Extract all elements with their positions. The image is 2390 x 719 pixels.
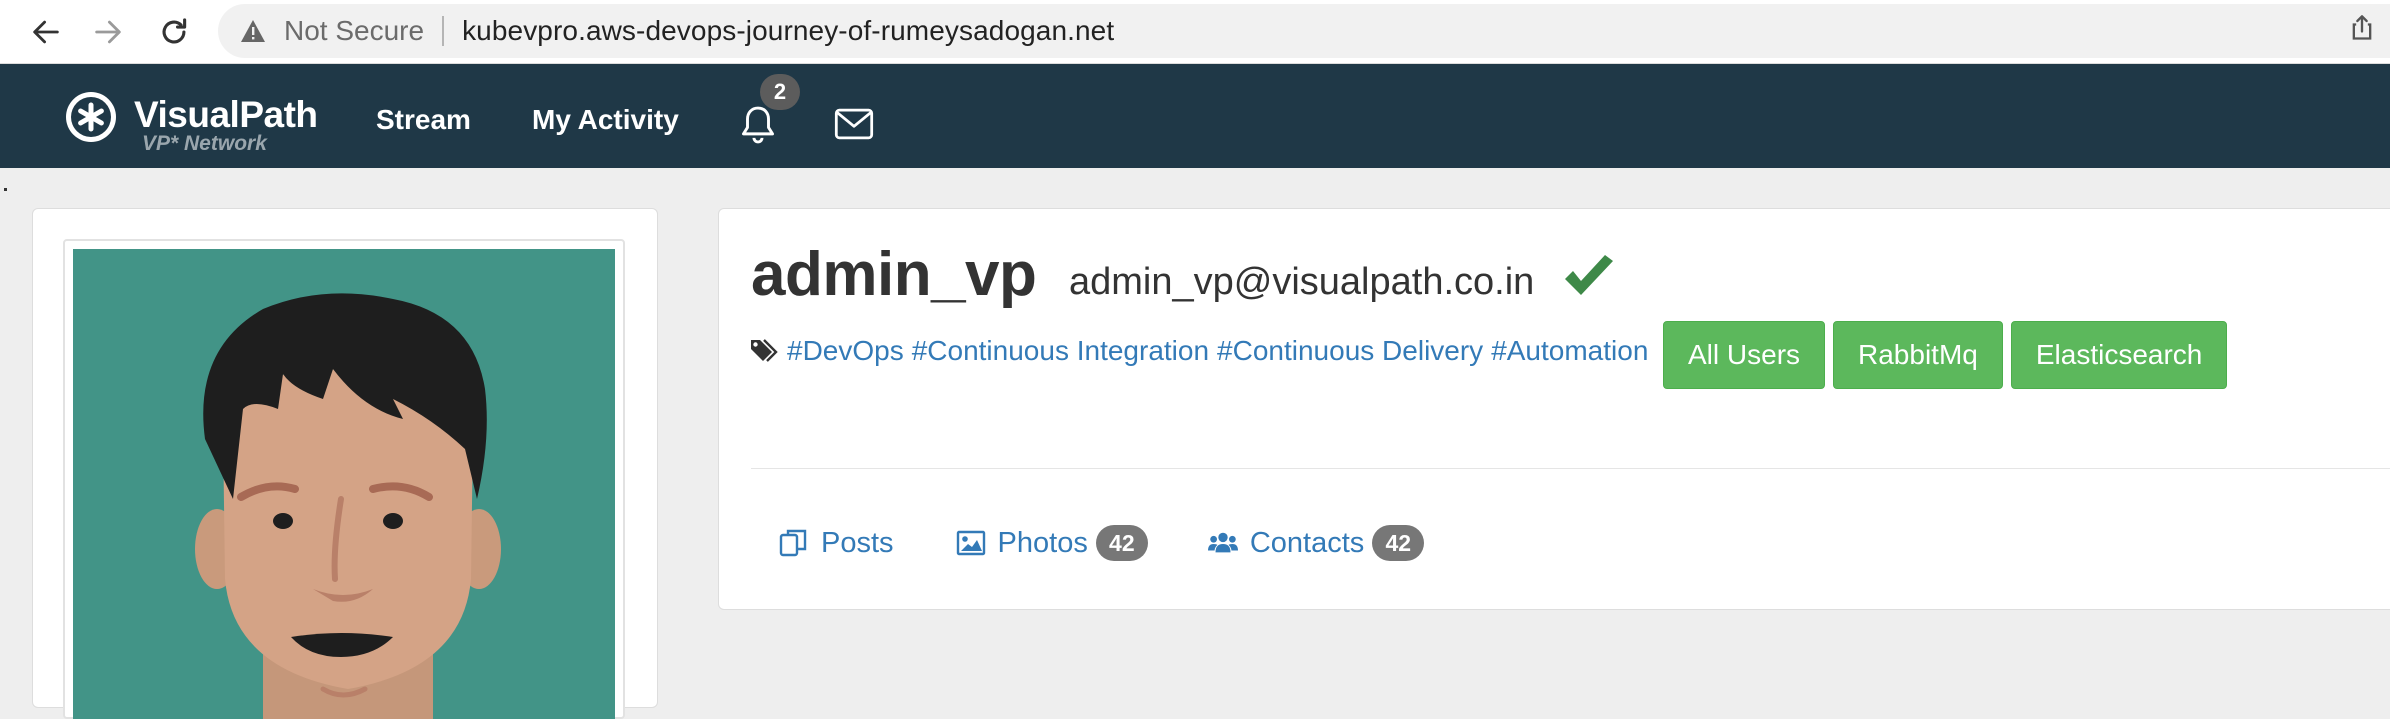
profile-tabs: Posts Photos 42 Contacts 42	[779, 525, 1425, 561]
tags-icon	[751, 339, 778, 362]
app-navbar: VisualPath VP* Network Stream My Activit…	[0, 64, 2390, 168]
avatar-frame	[63, 239, 625, 719]
verified-check-icon	[1565, 255, 1613, 295]
profile-info-card: admin_vp admin_vp@visualpath.co.in #DevO…	[718, 208, 2390, 610]
reload-button[interactable]	[152, 10, 196, 54]
address-bar[interactable]: Not Secure kubevpro.aws-devops-journey-o…	[218, 4, 2390, 58]
reload-icon	[162, 18, 187, 44]
envelope-icon[interactable]	[834, 106, 874, 142]
tag-devops[interactable]: #DevOps	[787, 335, 904, 367]
brand-name[interactable]: VisualPath	[134, 94, 318, 136]
image-icon	[956, 530, 985, 556]
warning-icon	[240, 16, 270, 46]
browser-toolbar: Not Secure kubevpro.aws-devops-journey-o…	[0, 0, 2390, 64]
profile-email: admin_vp@visualpath.co.in	[1069, 261, 1535, 303]
profile-photo-card	[32, 208, 658, 719]
bell-icon[interactable]	[738, 104, 778, 146]
tab-contacts[interactable]: Contacts 42	[1207, 525, 1425, 561]
tab-photos-label: Photos	[997, 526, 1088, 559]
photos-count-badge: 42	[1095, 525, 1148, 561]
security-label: Not Secure	[284, 15, 425, 46]
tab-photos[interactable]: Photos 42	[956, 525, 1148, 561]
tag-automation[interactable]: #Automation	[1491, 335, 1648, 367]
group-rabbitmq-button[interactable]: RabbitMq	[1833, 321, 2003, 389]
users-icon	[1207, 532, 1238, 553]
avatar[interactable]	[73, 249, 615, 719]
tab-posts[interactable]: Posts	[779, 527, 894, 560]
profile-username: admin_vp	[751, 240, 1037, 309]
address-separator	[442, 16, 445, 46]
tag-continuous-integration[interactable]: #Continuous Integration	[912, 335, 1209, 367]
contacts-count-badge: 42	[1372, 525, 1425, 561]
stray-dot	[4, 188, 7, 191]
arrow-left-icon	[33, 20, 59, 44]
brand-logo[interactable]	[66, 92, 116, 142]
group-buttons: All Users RabbitMq Elasticsearch	[1663, 321, 2235, 389]
nav-stream[interactable]: Stream	[376, 104, 471, 136]
notification-badge: 2	[760, 74, 800, 110]
tab-contacts-label: Contacts	[1249, 526, 1365, 559]
nav-my-activity[interactable]: My Activity	[532, 104, 679, 136]
forward-button[interactable]	[86, 10, 130, 54]
arrow-right-icon	[95, 20, 121, 44]
share-icon[interactable]	[2348, 14, 2376, 42]
posts-icon	[779, 529, 807, 557]
url-text[interactable]: kubevpro.aws-devops-journey-of-rumeysado…	[462, 15, 1114, 47]
divider	[751, 468, 2390, 469]
asterisk-icon	[69, 95, 113, 139]
tag-continuous-delivery[interactable]: #Continuous Delivery	[1217, 335, 1483, 367]
group-all-users-button[interactable]: All Users	[1663, 321, 1826, 389]
tags-row: #DevOps #Continuous Integration #Continu…	[749, 335, 1656, 367]
back-button[interactable]	[24, 10, 68, 54]
group-elasticsearch-button[interactable]: Elasticsearch	[2010, 321, 2228, 389]
avatar-illustration	[73, 249, 615, 719]
brand-subtitle: VP* Network	[142, 132, 267, 155]
tab-posts-label: Posts	[821, 526, 894, 559]
